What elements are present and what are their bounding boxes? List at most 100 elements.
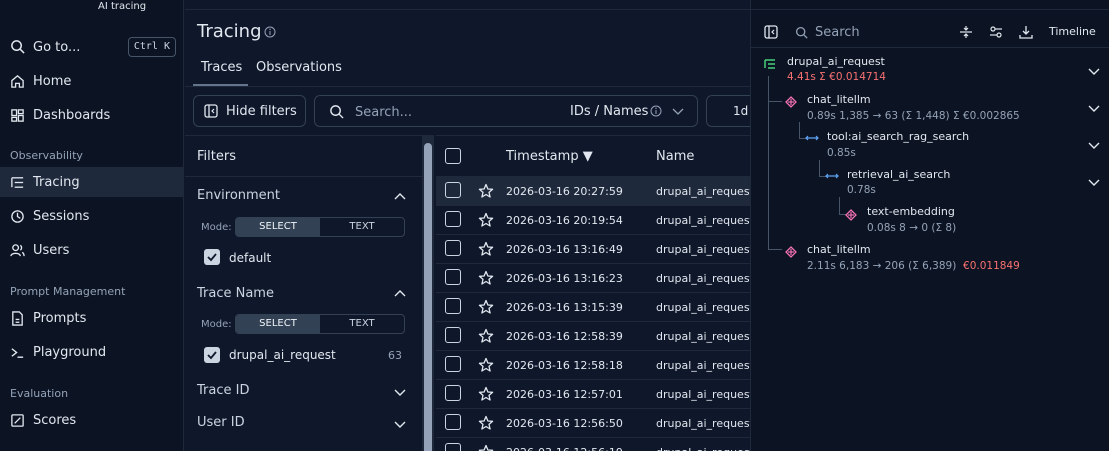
sidebar-item-dashboards[interactable]: Dashboards [0, 100, 183, 130]
row-name[interactable]: drupal_ai_request [656, 185, 750, 198]
row-checkbox[interactable] [445, 211, 461, 227]
row-name[interactable]: drupal_ai_request [656, 243, 750, 256]
table-row[interactable]: 2026-03-16 13:15:39 drupal_ai_request [436, 293, 750, 322]
table-row[interactable]: 2026-03-16 20:19:54 drupal_ai_request [436, 206, 750, 235]
chevron-down-icon[interactable] [672, 106, 684, 116]
sidebar-item-users[interactable]: Users [0, 235, 183, 265]
row-name[interactable]: drupal_ai_request [656, 330, 750, 343]
row-name[interactable]: drupal_ai_request [656, 272, 750, 285]
trace-node-name[interactable]: chat_litellm [807, 243, 871, 256]
star-icon[interactable] [478, 357, 494, 373]
mode-select-option[interactable]: SELECT [236, 315, 320, 333]
row-checkbox[interactable] [445, 269, 461, 285]
row-name[interactable]: drupal_ai_request [656, 388, 750, 401]
table-row[interactable]: 2026-03-16 12:58:39 drupal_ai_request [436, 322, 750, 351]
mode-text-option[interactable]: TEXT [320, 218, 404, 236]
chevron-down-icon[interactable] [1088, 66, 1100, 76]
table-row[interactable]: 2026-03-16 12:57:01 drupal_ai_request [436, 380, 750, 409]
table-row[interactable]: 2026-03-16 12:56:19 drupal_ai_request [436, 438, 750, 451]
row-checkbox[interactable] [445, 182, 461, 198]
info-icon[interactable] [264, 26, 276, 38]
table-row[interactable]: 2026-03-16 13:16:23 drupal_ai_request [436, 264, 750, 293]
column-timestamp[interactable]: Timestamp ▼ [506, 149, 593, 164]
goto-button[interactable]: Go to... Ctrl K [10, 36, 176, 58]
sidebar-item-playground[interactable]: Playground [0, 337, 183, 367]
row-name[interactable]: drupal_ai_request [656, 359, 750, 372]
row-name[interactable]: drupal_ai_request [656, 417, 750, 430]
chevron-down-icon[interactable] [1088, 140, 1100, 150]
sidebar-item-prompts[interactable]: Prompts [0, 303, 183, 333]
info-icon[interactable] [650, 105, 662, 117]
star-icon[interactable] [478, 328, 494, 344]
star-icon[interactable] [478, 444, 494, 451]
timeline-toggle[interactable]: Timeline [1049, 25, 1096, 38]
star-icon[interactable] [478, 241, 494, 257]
chevron-up-icon[interactable] [394, 289, 406, 299]
mode-select-option[interactable]: SELECT [236, 218, 320, 236]
row-checkbox[interactable] [445, 327, 461, 343]
sidebar-item-sessions[interactable]: Sessions [0, 201, 183, 231]
star-icon[interactable] [478, 415, 494, 431]
tree-connector [768, 101, 782, 102]
star-icon[interactable] [478, 299, 494, 315]
row-checkbox[interactable] [445, 298, 461, 314]
trace-node-name[interactable]: tool:ai_search_rag_search [827, 130, 969, 143]
table-row[interactable]: 2026-03-16 12:58:18 drupal_ai_request [436, 351, 750, 380]
table-row[interactable]: 2026-03-16 20:27:59 drupal_ai_request [436, 177, 750, 206]
row-name[interactable]: drupal_ai_request [656, 301, 750, 314]
star-icon[interactable] [478, 270, 494, 286]
filter-trace-id-label[interactable]: Trace ID [197, 383, 249, 398]
tree-connector [819, 160, 820, 176]
brand-name: AI tracing [98, 1, 147, 12]
checkbox-default[interactable] [204, 249, 220, 265]
chevron-up-icon[interactable] [394, 192, 406, 202]
trace-search-input[interactable]: Search [815, 25, 860, 40]
row-checkbox[interactable] [445, 356, 461, 372]
sidebar-item-tracing[interactable]: Tracing [0, 167, 183, 197]
filter-trace-name-label[interactable]: Trace Name [197, 286, 274, 301]
row-checkbox[interactable] [445, 385, 461, 401]
chevron-down-icon[interactable] [394, 419, 406, 429]
sidebar-item-label: Prompts [33, 310, 87, 326]
row-name[interactable]: drupal_ai_request [656, 214, 750, 227]
panel-left-icon [204, 104, 218, 118]
row-checkbox[interactable] [445, 414, 461, 430]
sidebar-item-home[interactable]: Home [0, 66, 183, 96]
tab-traces[interactable]: Traces [201, 60, 242, 75]
table-row[interactable]: 2026-03-16 12:56:50 drupal_ai_request [436, 409, 750, 438]
checkbox-drupal-ai-request[interactable] [204, 347, 220, 363]
hide-filters-button[interactable]: Hide filters [193, 95, 306, 127]
row-checkbox[interactable] [445, 240, 461, 256]
column-name[interactable]: Name [656, 149, 694, 164]
search-input[interactable] [355, 102, 535, 122]
row-checkbox[interactable] [445, 443, 461, 451]
star-icon[interactable] [478, 212, 494, 228]
download-icon[interactable] [1019, 25, 1033, 39]
expand-all-icon[interactable] [959, 25, 973, 39]
mode-text-option[interactable]: TEXT [320, 315, 404, 333]
row-name[interactable]: drupal_ai_request [656, 446, 750, 451]
sidebar-item-scores[interactable]: Scores [0, 405, 183, 435]
table-row[interactable]: 2026-03-16 13:16:49 drupal_ai_request [436, 235, 750, 264]
trace-node-name[interactable]: chat_litellm [807, 93, 871, 106]
tab-observations[interactable]: Observations [256, 60, 342, 75]
filter-user-id-label[interactable]: User ID [197, 415, 245, 430]
search-mode-select[interactable]: IDs / Names [570, 104, 648, 119]
time-range-button[interactable]: 1d [706, 95, 750, 127]
scrollbar-thumb[interactable] [424, 143, 432, 451]
settings-sliders-icon[interactable] [989, 25, 1003, 39]
trace-node-name[interactable]: retrieval_ai_search [847, 168, 950, 181]
chevron-down-icon[interactable] [1088, 103, 1100, 113]
star-icon[interactable] [478, 183, 494, 199]
filters-scrollbar[interactable] [422, 135, 434, 451]
filter-environment-label[interactable]: Environment [197, 188, 280, 203]
select-all-checkbox[interactable] [445, 148, 461, 164]
chevron-down-icon[interactable] [394, 387, 406, 397]
sidebar-item-label: Home [33, 73, 72, 89]
collapse-panel-icon[interactable] [764, 25, 778, 39]
trace-node-name[interactable]: text-embedding [867, 205, 955, 218]
chevron-down-icon[interactable] [1088, 177, 1100, 187]
trace-node-meta: 0.78s [847, 184, 876, 196]
star-icon[interactable] [478, 386, 494, 402]
trace-node-name[interactable]: drupal_ai_request [787, 55, 885, 68]
